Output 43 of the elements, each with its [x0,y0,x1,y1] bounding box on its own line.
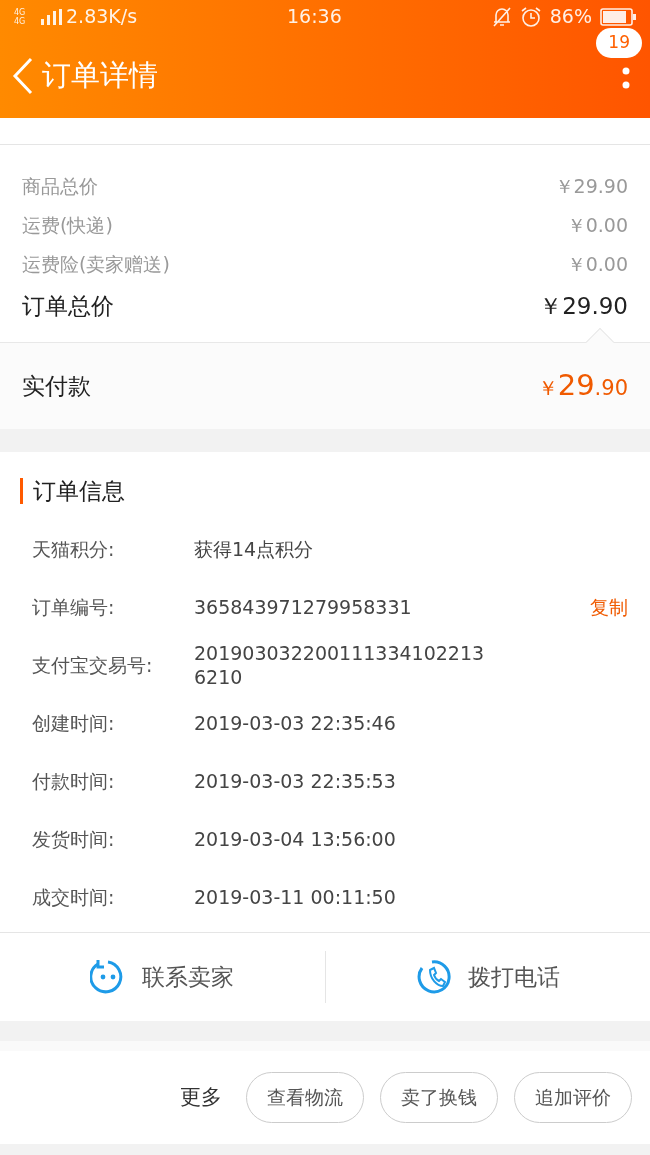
info-value: 2019-03-03 22:35:53 [194,769,397,793]
call-button[interactable]: 拨打电话 [409,958,566,996]
info-value: 365843971279958331 [194,595,413,619]
network-speed: 2.83K/s [66,4,138,30]
price-value: ￥0.00 [566,252,628,277]
info-value: 2019-03-04 13:56:00 [194,827,397,851]
info-label: 订单编号: [32,594,116,620]
info-value: 获得14点积分 [194,537,315,561]
paid-label: 实付款 [22,371,91,401]
price-label: 运费险(卖家赠送) [22,252,170,277]
contact-seller-button[interactable]: 联系卖家 [84,958,241,996]
info-label: 付款时间: [32,768,116,794]
paid-amount: ￥29.90 [537,367,628,405]
info-label: 创建时间: [32,710,116,736]
price-label: 商品总价 [22,174,98,199]
back-icon[interactable] [12,56,34,95]
info-value: 2019030322001113341022136210 [194,641,486,689]
page-title: 订单详情 [42,56,158,94]
total-value: ￥29.90 [539,292,628,321]
price-value: ￥29.90 [554,174,628,199]
action-button[interactable]: 卖了换钱 [380,1072,498,1123]
more-label: 更多 [180,1083,222,1111]
info-label: 发货时间: [32,826,116,852]
alarm-clock-icon [519,5,542,28]
total-label: 订单总价 [22,292,114,321]
action-button[interactable]: 追加评价 [514,1072,632,1123]
price-label: 运费(快递) [22,213,113,238]
info-label: 支付宝交易号: [32,652,154,678]
muted-bell-icon [491,5,512,28]
action-button[interactable]: 查看物流 [246,1072,364,1123]
info-label: 成交时间: [32,884,116,910]
notification-badge: 19 [596,28,642,58]
battery-percent: 86% [549,4,592,30]
info-label: 天猫积分: [32,536,116,562]
clock: 16:36 [287,4,342,30]
price-value: ￥0.00 [566,213,628,238]
info-value: 2019-03-03 22:35:46 [194,711,397,735]
section-title: 订单信息 [20,478,628,504]
battery-icon [600,7,636,26]
phone-icon [415,960,452,994]
network-type: 4G 4G [14,7,27,26]
signal-icon [40,8,62,25]
info-value: 2019-03-11 00:11:50 [194,885,397,909]
